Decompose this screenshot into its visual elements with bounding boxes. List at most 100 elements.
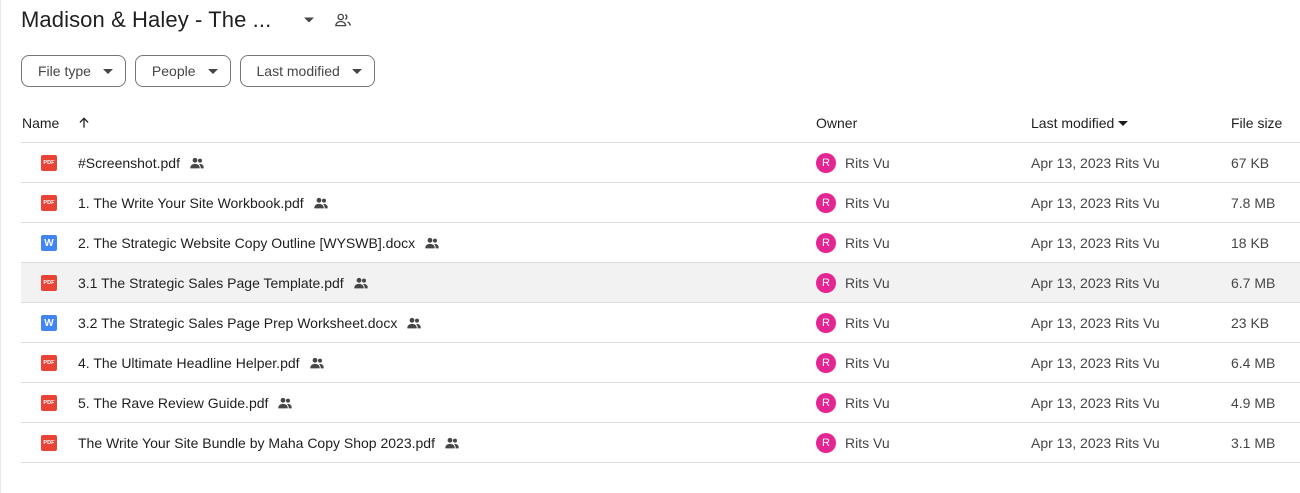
owner-cell: R Rits Vu [816, 383, 890, 423]
filter-bar: File type People Last modified [21, 55, 375, 87]
folder-header: Madison & Haley - The ... [21, 4, 355, 36]
shared-people-icon [309, 355, 325, 371]
owner-name: Rits Vu [845, 395, 890, 411]
drive-folder-view: Madison & Haley - The ... File type Peop… [0, 0, 1300, 493]
file-size-cell: 6.7 MB [1231, 275, 1276, 291]
owner-cell: R Rits Vu [816, 303, 890, 343]
last-modified-cell: Apr 13, 2023 Rits Vu [1031, 195, 1160, 211]
file-type-filter-label: File type [38, 63, 91, 79]
owner-cell: R Rits Vu [816, 263, 890, 303]
shared-people-icon [277, 395, 293, 411]
chevron-down-icon [102, 68, 113, 74]
file-size-cell: 6.4 MB [1231, 355, 1276, 371]
left-divider [0, 0, 1, 493]
file-name[interactable]: 2. The Strategic Website Copy Outline [W… [78, 235, 415, 251]
owner-cell: R Rits Vu [816, 223, 890, 263]
last-modified-cell: Apr 13, 2023 Rits Vu [1031, 395, 1160, 411]
avatar: R [816, 193, 836, 213]
last-modified-cell: Apr 13, 2023 Rits Vu [1031, 275, 1160, 291]
file-row[interactable]: PDF 1. The Write Your Site Workbook.pdf R R… [21, 183, 1300, 223]
file-name[interactable]: 1. The Write Your Site Workbook.pdf [78, 195, 304, 211]
file-row[interactable]: W 3.2 The Strategic Sales Page Prep Works… [21, 303, 1300, 343]
owner-cell: R Rits Vu [816, 183, 890, 223]
pdf-file-icon: PDF [41, 195, 57, 211]
file-row[interactable]: PDF 4. The Ultimate Headline Helper.pdf R R… [21, 343, 1300, 383]
column-header-last-modified[interactable]: Last modified [1031, 103, 1129, 143]
shared-people-icon [444, 435, 460, 451]
chevron-down-icon [351, 68, 362, 74]
owner-name: Rits Vu [845, 315, 890, 331]
avatar: R [816, 353, 836, 373]
file-name[interactable]: 3.2 The Strategic Sales Page Prep Worksh… [78, 315, 397, 331]
folder-title[interactable]: Madison & Haley - The ... [21, 7, 271, 33]
column-header-name[interactable]: Name [22, 103, 91, 143]
file-size-cell: 4.9 MB [1231, 395, 1276, 411]
people-filter[interactable]: People [134, 55, 231, 87]
file-size-cell: 3.1 MB [1231, 435, 1276, 451]
file-row[interactable]: PDF The Write Your Site Bundle by Maha Co… [21, 423, 1300, 463]
file-row[interactable]: PDF #Screenshot.pdf R Rits Vu Apr 13, 2023 R… [21, 143, 1300, 183]
owner-name: Rits Vu [845, 355, 890, 371]
file-name-cell: PDF The Write Your Site Bundle by Maha Co… [41, 423, 460, 463]
file-list: PDF #Screenshot.pdf R Rits Vu Apr 13, 2023 R… [21, 143, 1300, 463]
caret-down-icon [1118, 120, 1129, 126]
file-size-cell: 18 KB [1231, 235, 1270, 251]
last-modified-cell: Apr 13, 2023 Rits Vu [1031, 155, 1160, 171]
file-name-cell: PDF 4. The Ultimate Headline Helper.pdf [41, 343, 325, 383]
avatar: R [816, 433, 836, 453]
pdf-file-icon: PDF [41, 395, 57, 411]
avatar: R [816, 313, 836, 333]
chevron-down-icon [207, 68, 218, 74]
pdf-file-icon: PDF [41, 355, 57, 371]
last-modified-cell: Apr 13, 2023 Rits Vu [1031, 355, 1160, 371]
pdf-file-icon: PDF [41, 275, 57, 291]
last-modified-cell: Apr 13, 2023 Rits Vu [1031, 315, 1160, 331]
file-name[interactable]: #Screenshot.pdf [78, 155, 180, 171]
people-filter-label: People [151, 63, 196, 79]
file-row[interactable]: PDF 5. The Rave Review Guide.pdf R Rits Vu A… [21, 383, 1300, 423]
file-size-cell: 23 KB [1231, 315, 1270, 331]
file-name[interactable]: 4. The Ultimate Headline Helper.pdf [78, 355, 300, 371]
last-modified-cell: Apr 13, 2023 Rits Vu [1031, 235, 1160, 251]
file-row[interactable]: W 2. The Strategic Website Copy Outline [… [21, 223, 1300, 263]
shared-people-icon [353, 275, 369, 291]
column-header-file-size-label: File size [1231, 115, 1283, 131]
column-header-last-modified-label: Last modified [1031, 115, 1115, 131]
column-header-owner[interactable]: Owner [816, 103, 857, 143]
folder-share-icon[interactable] [331, 8, 355, 32]
owner-name: Rits Vu [845, 155, 890, 171]
column-header-name-label: Name [22, 115, 60, 131]
file-row[interactable]: PDF 3.1 The Strategic Sales Page Template… [21, 263, 1300, 303]
avatar: R [816, 273, 836, 293]
word-document-icon: W [41, 235, 57, 251]
owner-cell: R Rits Vu [816, 423, 890, 463]
shared-people-icon [189, 155, 205, 171]
pdf-file-icon: PDF [41, 435, 57, 451]
file-name-cell: PDF #Screenshot.pdf [41, 143, 205, 183]
file-size-cell: 67 KB [1231, 155, 1270, 171]
owner-name: Rits Vu [845, 275, 890, 291]
sort-ascending-icon[interactable] [77, 116, 91, 130]
last-modified-filter[interactable]: Last modified [239, 55, 375, 87]
column-header-file-size[interactable]: File size [1231, 103, 1282, 143]
column-header-owner-label: Owner [816, 115, 858, 131]
file-name-cell: PDF 1. The Write Your Site Workbook.pdf [41, 183, 329, 223]
file-name[interactable]: 3.1 The Strategic Sales Page Template.pd… [78, 275, 344, 291]
owner-cell: R Rits Vu [816, 343, 890, 383]
last-modified-filter-label: Last modified [256, 63, 340, 79]
file-type-filter[interactable]: File type [21, 55, 126, 87]
owner-name: Rits Vu [845, 435, 890, 451]
table-header: Name Owner Last modified File size [21, 103, 1300, 143]
avatar: R [816, 233, 836, 253]
owner-cell: R Rits Vu [816, 143, 890, 183]
owner-name: Rits Vu [845, 235, 890, 251]
owner-name: Rits Vu [845, 195, 890, 211]
shared-people-icon [406, 315, 422, 331]
file-name[interactable]: The Write Your Site Bundle by Maha Copy … [78, 435, 435, 451]
word-document-icon: W [41, 315, 57, 331]
file-name[interactable]: 5. The Rave Review Guide.pdf [78, 395, 268, 411]
shared-people-icon [313, 195, 329, 211]
folder-menu-icon[interactable] [297, 8, 321, 32]
file-name-cell: PDF 3.1 The Strategic Sales Page Template… [41, 263, 369, 303]
file-name-cell: W 2. The Strategic Website Copy Outline [… [41, 223, 440, 263]
